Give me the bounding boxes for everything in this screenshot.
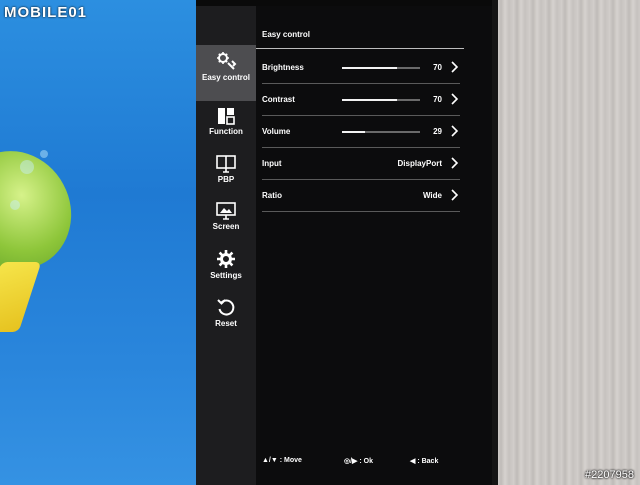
wallpaper-bubble	[10, 200, 20, 210]
setting-label: Volume	[262, 127, 291, 136]
setting-value: 29	[433, 127, 442, 136]
setting-row-volume[interactable]: Volume 29	[256, 116, 464, 148]
wood-background	[498, 0, 640, 485]
sidebar-item-label: Function	[209, 127, 243, 136]
sidebar-item-label: Easy control	[201, 73, 250, 82]
sidebar-item-reset[interactable]: Reset	[196, 291, 256, 347]
setting-label: Ratio	[262, 191, 282, 200]
contrast-slider[interactable]	[342, 99, 420, 101]
setting-row-input[interactable]: Input DisplayPort	[256, 148, 464, 180]
wallpaper-shape	[0, 262, 42, 332]
desktop-wallpaper	[0, 0, 196, 485]
setting-row-brightness[interactable]: Brightness 70	[256, 52, 464, 84]
title-divider	[256, 48, 464, 49]
sidebar-item-label: Settings	[210, 271, 242, 280]
chevron-right-icon	[451, 189, 459, 201]
pbp-monitor-icon	[216, 155, 236, 173]
osd-main-panel: Easy control Brightness 70 Contrast 70 V…	[256, 6, 492, 485]
wallpaper-bubble	[40, 150, 48, 158]
slider-fill	[342, 67, 397, 69]
setting-value: Wide	[422, 191, 442, 200]
chevron-right-icon	[451, 61, 459, 73]
setting-label: Contrast	[262, 95, 295, 104]
wrench-settings-icon	[217, 52, 237, 70]
chevron-right-icon	[451, 157, 459, 169]
setting-label: Brightness	[262, 63, 304, 72]
setting-value: 70	[433, 63, 442, 72]
watermark-logo: MOBILE01	[4, 4, 88, 21]
move-hint: ▲/▼ : Move	[262, 457, 302, 464]
reset-icon	[217, 299, 235, 316]
page-title: Easy control	[262, 30, 311, 39]
gear-icon	[217, 250, 235, 268]
wallpaper-bubble	[20, 160, 34, 174]
osd-sidebar: Easy control Function PBP Screen Setting…	[196, 6, 256, 485]
screen-monitor-icon	[216, 202, 236, 220]
volume-slider[interactable]	[342, 131, 420, 133]
setting-row-contrast[interactable]: Contrast 70	[256, 84, 464, 116]
chevron-right-icon	[451, 125, 459, 137]
setting-row-ratio[interactable]: Ratio Wide	[256, 180, 464, 212]
brightness-slider[interactable]	[342, 67, 420, 69]
setting-value: 70	[433, 95, 442, 104]
osd-footer: ▲/▼ : Move ◎/▶ : Ok ◀ : Back	[256, 457, 492, 471]
row-divider	[262, 211, 460, 212]
sidebar-item-easy-control[interactable]: Easy control	[196, 45, 256, 101]
setting-label: Input	[262, 159, 282, 168]
sidebar-item-label: Screen	[212, 222, 240, 231]
slider-fill	[342, 99, 397, 101]
setting-value: DisplayPort	[397, 159, 442, 168]
photo-id: #2207958	[585, 469, 634, 481]
slider-fill	[342, 131, 365, 133]
back-hint: ◀ : Back	[410, 458, 439, 465]
chevron-right-icon	[451, 93, 459, 105]
function-grid-icon	[218, 108, 235, 125]
sidebar-item-label: PBP	[217, 175, 235, 184]
ok-hint: ◎/▶ : Ok	[344, 458, 373, 465]
sidebar-item-label: Reset	[215, 319, 237, 328]
